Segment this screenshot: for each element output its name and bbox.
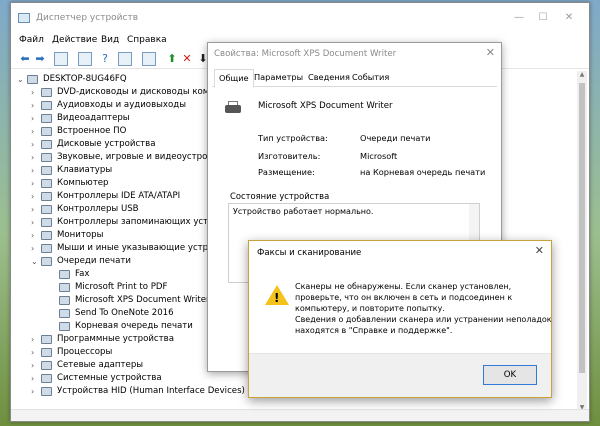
- chevron-right-icon[interactable]: ›: [31, 372, 39, 385]
- processor-icon: [41, 348, 52, 357]
- storage-controller-icon: [41, 218, 52, 227]
- printer-icon: [59, 270, 70, 279]
- printer-icon: [59, 322, 70, 331]
- tab-general[interactable]: Общие: [214, 69, 254, 88]
- menu-help[interactable]: Справка: [127, 35, 167, 45]
- chevron-right-icon[interactable]: ›: [31, 151, 39, 164]
- printer-icon: [59, 283, 70, 292]
- chevron-right-icon[interactable]: ›: [31, 385, 39, 398]
- window-title: Диспетчер устройств: [36, 13, 139, 23]
- message-line: проверьте, что он включен в сеть и подсо…: [295, 293, 513, 302]
- menu-action[interactable]: Действие: [52, 35, 97, 45]
- device-manager-icon: [18, 13, 30, 23]
- back-arrow-icon[interactable]: ⬅: [18, 52, 32, 66]
- keyboard-icon: [41, 166, 52, 175]
- device-name: Microsoft XPS Document Writer: [258, 101, 393, 111]
- enable-device-icon[interactable]: ⬆: [165, 52, 179, 66]
- mouse-icon: [41, 244, 52, 253]
- chevron-right-icon[interactable]: ›: [31, 138, 39, 151]
- chevron-down-icon[interactable]: ⌄: [17, 73, 25, 86]
- close-icon[interactable]: ✕: [486, 46, 495, 59]
- network-adapter-icon: [41, 361, 52, 370]
- scrollbar-thumb[interactable]: [579, 83, 585, 373]
- scroll-up-icon[interactable]: ▲: [577, 71, 587, 78]
- title-bar: Диспетчер устройств — ☐ ✕: [11, 3, 589, 33]
- chevron-right-icon[interactable]: ›: [31, 125, 39, 138]
- update-driver-icon[interactable]: [118, 52, 132, 66]
- chevron-right-icon[interactable]: ›: [31, 346, 39, 359]
- tab-events[interactable]: События: [352, 72, 389, 82]
- menu-view[interactable]: Вид: [101, 35, 119, 45]
- fax-scan-dialog-title: Факсы и сканирование: [257, 248, 362, 258]
- message-line: компьютеру, и повторите попытку.: [295, 304, 445, 313]
- device-status-label: Состояние устройства: [230, 191, 330, 201]
- dialog-footer: OK: [249, 353, 551, 397]
- software-device-icon: [41, 335, 52, 344]
- fax-scan-message: Сканеры не обнаружены. Если сканер устан…: [295, 281, 552, 336]
- monitor-icon: [41, 231, 52, 240]
- chevron-right-icon[interactable]: ›: [31, 164, 39, 177]
- maximize-icon[interactable]: ☐: [533, 9, 553, 27]
- audio-io-icon: [41, 101, 52, 110]
- properties-tabs: Общие Параметры Сведения События: [212, 69, 497, 88]
- properties-dialog-title: Свойства: Microsoft XPS Document Writer: [214, 49, 397, 59]
- minimize-icon[interactable]: —: [509, 9, 529, 27]
- computer-icon: [27, 75, 38, 84]
- hid-device-icon: [41, 387, 52, 396]
- scan-hardware-icon[interactable]: [142, 52, 156, 66]
- computer-icon: [41, 179, 52, 188]
- warning-mark: !: [274, 291, 280, 305]
- ide-controller-icon: [41, 192, 52, 201]
- status-bar: [11, 409, 589, 421]
- chevron-down-icon[interactable]: ⌄: [31, 255, 39, 268]
- chevron-right-icon[interactable]: ›: [31, 216, 39, 229]
- chevron-right-icon[interactable]: ›: [31, 229, 39, 242]
- device-type-value: Очереди печати: [360, 133, 431, 143]
- ok-button[interactable]: OK: [483, 365, 537, 385]
- chevron-right-icon[interactable]: ›: [31, 203, 39, 216]
- device-status-text: Устройство работает нормально.: [233, 207, 374, 216]
- message-line: Сканеры не обнаружены. Если сканер устан…: [295, 282, 512, 291]
- properties-icon[interactable]: [78, 52, 92, 66]
- tab-parameters[interactable]: Параметры: [254, 72, 303, 82]
- printer-icon: [59, 296, 70, 305]
- uninstall-device-icon[interactable]: ✕: [180, 52, 194, 66]
- forward-arrow-icon[interactable]: ➡: [33, 52, 47, 66]
- close-icon[interactable]: ✕: [535, 244, 544, 257]
- sound-device-icon: [41, 153, 52, 162]
- chevron-right-icon[interactable]: ›: [31, 242, 39, 255]
- show-hide-console-tree-icon[interactable]: [54, 52, 68, 66]
- message-line: находятся в "Справке и поддержке".: [295, 326, 453, 335]
- tree-scrollbar[interactable]: ▲ ▼: [577, 71, 587, 411]
- fax-scan-dialog: Факсы и сканирование ✕ ! Сканеры не обна…: [248, 240, 552, 398]
- dvd-drive-icon: [41, 88, 52, 97]
- usb-controller-icon: [41, 205, 52, 214]
- system-device-icon: [41, 374, 52, 383]
- firmware-icon: [41, 127, 52, 136]
- menu-file[interactable]: Файл: [19, 35, 44, 45]
- location-value: на Корневая очередь печати: [360, 167, 486, 177]
- display-adapter-icon: [41, 114, 52, 123]
- close-icon[interactable]: ✕: [559, 9, 579, 27]
- chevron-right-icon[interactable]: ›: [31, 112, 39, 125]
- printer-icon: [224, 101, 242, 115]
- location-label: Размещение:: [258, 167, 315, 177]
- chevron-right-icon[interactable]: ›: [31, 359, 39, 372]
- help-icon[interactable]: ?: [98, 52, 112, 66]
- chevron-right-icon[interactable]: ›: [31, 333, 39, 346]
- printer-icon: [59, 309, 70, 318]
- manufacturer-label: Изготовитель:: [258, 151, 321, 161]
- message-line: Сведения о добавлении сканера или устран…: [295, 315, 552, 324]
- tab-details[interactable]: Сведения: [308, 72, 350, 82]
- chevron-right-icon[interactable]: ›: [31, 190, 39, 203]
- chevron-right-icon[interactable]: ›: [31, 86, 39, 99]
- chevron-right-icon[interactable]: ›: [31, 99, 39, 112]
- manufacturer-value: Microsoft: [360, 151, 398, 161]
- chevron-right-icon[interactable]: ›: [31, 177, 39, 190]
- disk-drive-icon: [41, 140, 52, 149]
- device-type-label: Тип устройства:: [258, 133, 328, 143]
- printer-queue-icon: [41, 257, 52, 266]
